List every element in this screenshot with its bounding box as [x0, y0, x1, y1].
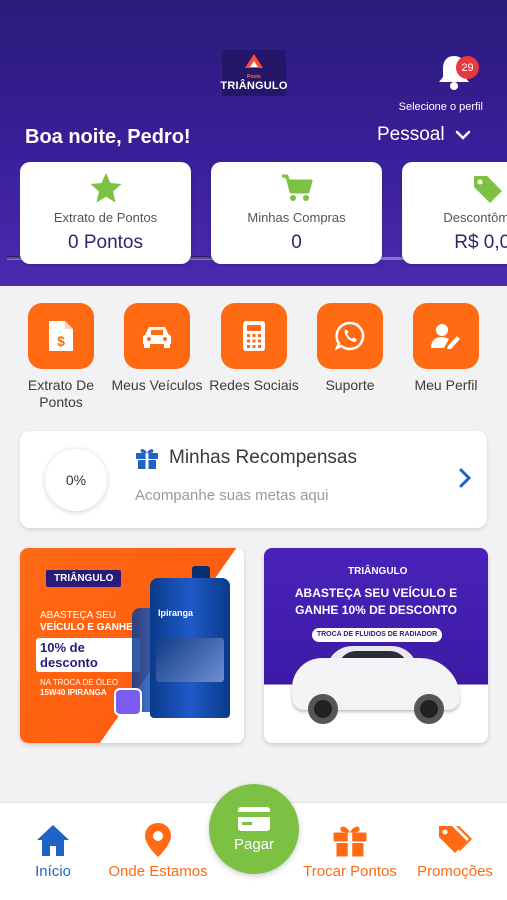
- rewards-subtitle: Acompanhe suas metas aqui: [135, 487, 329, 504]
- credit-card-icon: [238, 806, 270, 831]
- cart-icon: [281, 174, 312, 201]
- action-label: Meu Perfil: [414, 377, 478, 393]
- banner-ribbon: TROCA DE FLUIDOS DE RADIADOR: [312, 628, 442, 642]
- home-icon: [37, 825, 69, 856]
- stats-carousel[interactable]: Extrato de Pontos 0 Pontos Minhas Compra…: [20, 162, 507, 266]
- chevron-right-icon[interactable]: [458, 467, 472, 489]
- quick-actions: $ Extrato De Pontos Meus Veículos Redes …: [0, 303, 507, 413]
- whatsapp-icon: [335, 321, 365, 351]
- pay-button[interactable]: Pagar: [209, 784, 299, 874]
- svg-text:$: $: [57, 333, 65, 349]
- rewards-title: Minhas Recompensas: [169, 447, 357, 468]
- calculator-icon: [243, 321, 265, 351]
- stat-label: Minhas Compras: [247, 210, 346, 225]
- document-dollar-icon: $: [49, 321, 73, 351]
- location-pin-icon: [145, 823, 171, 857]
- logo-name: TRIÂNGULO: [220, 80, 288, 92]
- action-profile[interactable]: Meu Perfil: [398, 303, 494, 394]
- action-support[interactable]: Suporte: [302, 303, 398, 394]
- profile-select-label: Pessoal: [377, 124, 445, 145]
- tags-icon: [439, 826, 472, 853]
- profile-hint: Selecione o perfil: [398, 101, 483, 113]
- nav-label: Trocar Pontos: [303, 863, 397, 880]
- stat-card-points[interactable]: Extrato de Pontos 0 Pontos: [20, 162, 191, 264]
- banner-line: ABASTEÇA SEU: [40, 610, 117, 621]
- action-button[interactable]: $: [28, 303, 94, 369]
- rewards-card[interactable]: 0% Minhas Recompensas Acompanhe suas met…: [20, 431, 487, 528]
- header: Posto TRIÂNGULO 29 Selecione o perfil Bo…: [0, 0, 507, 286]
- app-root: Posto TRIÂNGULO 29 Selecione o perfil Bo…: [0, 0, 507, 900]
- nav-label: Promoções: [417, 863, 493, 880]
- stat-value: 0 Pontos: [68, 232, 143, 253]
- promo-banner-oil[interactable]: TRIÂNGULO ABASTEÇA SEU VEÍCULO E GANHE 1…: [20, 548, 244, 743]
- action-button[interactable]: [413, 303, 479, 369]
- action-vehicles[interactable]: Meus Veículos: [109, 303, 205, 394]
- banner-line: GANHE 10% DE DESCONTO: [295, 603, 457, 617]
- nav-home[interactable]: Início: [30, 821, 76, 880]
- banner-line: ABASTEÇA SEU VEÍCULO E: [294, 586, 458, 600]
- nav-label: Início: [35, 863, 71, 880]
- stat-label: Extrato de Pontos: [53, 210, 158, 225]
- action-button[interactable]: [124, 303, 190, 369]
- user-edit-icon: [431, 324, 460, 349]
- action-label: Extrato De Pontos: [27, 377, 95, 410]
- action-social[interactable]: Redes Sociais: [206, 303, 302, 394]
- promo-banner-radiator[interactable]: TRIÂNGULO ABASTEÇA SEU VEÍCULO E GANHE 1…: [264, 548, 488, 743]
- action-label: Suporte: [325, 377, 375, 393]
- oil-can-icon: [114, 688, 142, 716]
- stat-card-discount[interactable]: Descontômetro R$ 0,00: [402, 162, 507, 264]
- rewards-progress: 0%: [45, 449, 107, 511]
- stat-value: 0: [291, 232, 302, 253]
- tag-icon: [473, 176, 502, 203]
- banner-line: 15W40 IPIRANGA: [40, 688, 107, 697]
- pay-label: Pagar: [233, 835, 275, 853]
- oil-bottle-image: Ipiranga: [150, 578, 230, 718]
- nav-promotions[interactable]: Promoções: [413, 821, 497, 880]
- car-icon: [143, 327, 171, 348]
- banner-brand: Ipiranga: [158, 608, 194, 618]
- banner-discount: 10% de desconto: [36, 638, 140, 672]
- banner-logo: TRIÂNGULO: [348, 566, 408, 577]
- stat-card-purchases[interactable]: Minhas Compras 0: [211, 162, 382, 264]
- star-icon: [90, 173, 121, 203]
- brand-logo: Posto TRIÂNGULO: [220, 50, 288, 96]
- action-button[interactable]: [317, 303, 383, 369]
- banner-line: NA TROCA DE ÓLEO: [40, 678, 119, 687]
- nav-location[interactable]: Onde Estamos: [104, 821, 212, 880]
- nav-label: Onde Estamos: [108, 863, 208, 880]
- stat-label: Descontômetro: [443, 210, 507, 225]
- banner-line: VEÍCULO E GANHE: [40, 622, 133, 633]
- stat-value: R$ 0,00: [454, 232, 507, 253]
- action-button[interactable]: [221, 303, 287, 369]
- chevron-down-icon: [455, 130, 470, 140]
- banner-logo: TRIÂNGULO: [46, 570, 122, 587]
- action-points-statement[interactable]: $ Extrato De Pontos: [13, 303, 109, 411]
- gift-icon: [333, 826, 367, 857]
- action-label: Redes Sociais: [209, 377, 299, 393]
- profile-select[interactable]: Pessoal: [377, 124, 471, 146]
- notification-badge: 29: [456, 56, 479, 79]
- action-label: Meus Veículos: [111, 377, 203, 393]
- nav-redeem-points[interactable]: Trocar Pontos: [298, 821, 402, 880]
- gift-icon: [136, 449, 158, 469]
- greeting: Boa noite, Pedro!: [25, 126, 191, 148]
